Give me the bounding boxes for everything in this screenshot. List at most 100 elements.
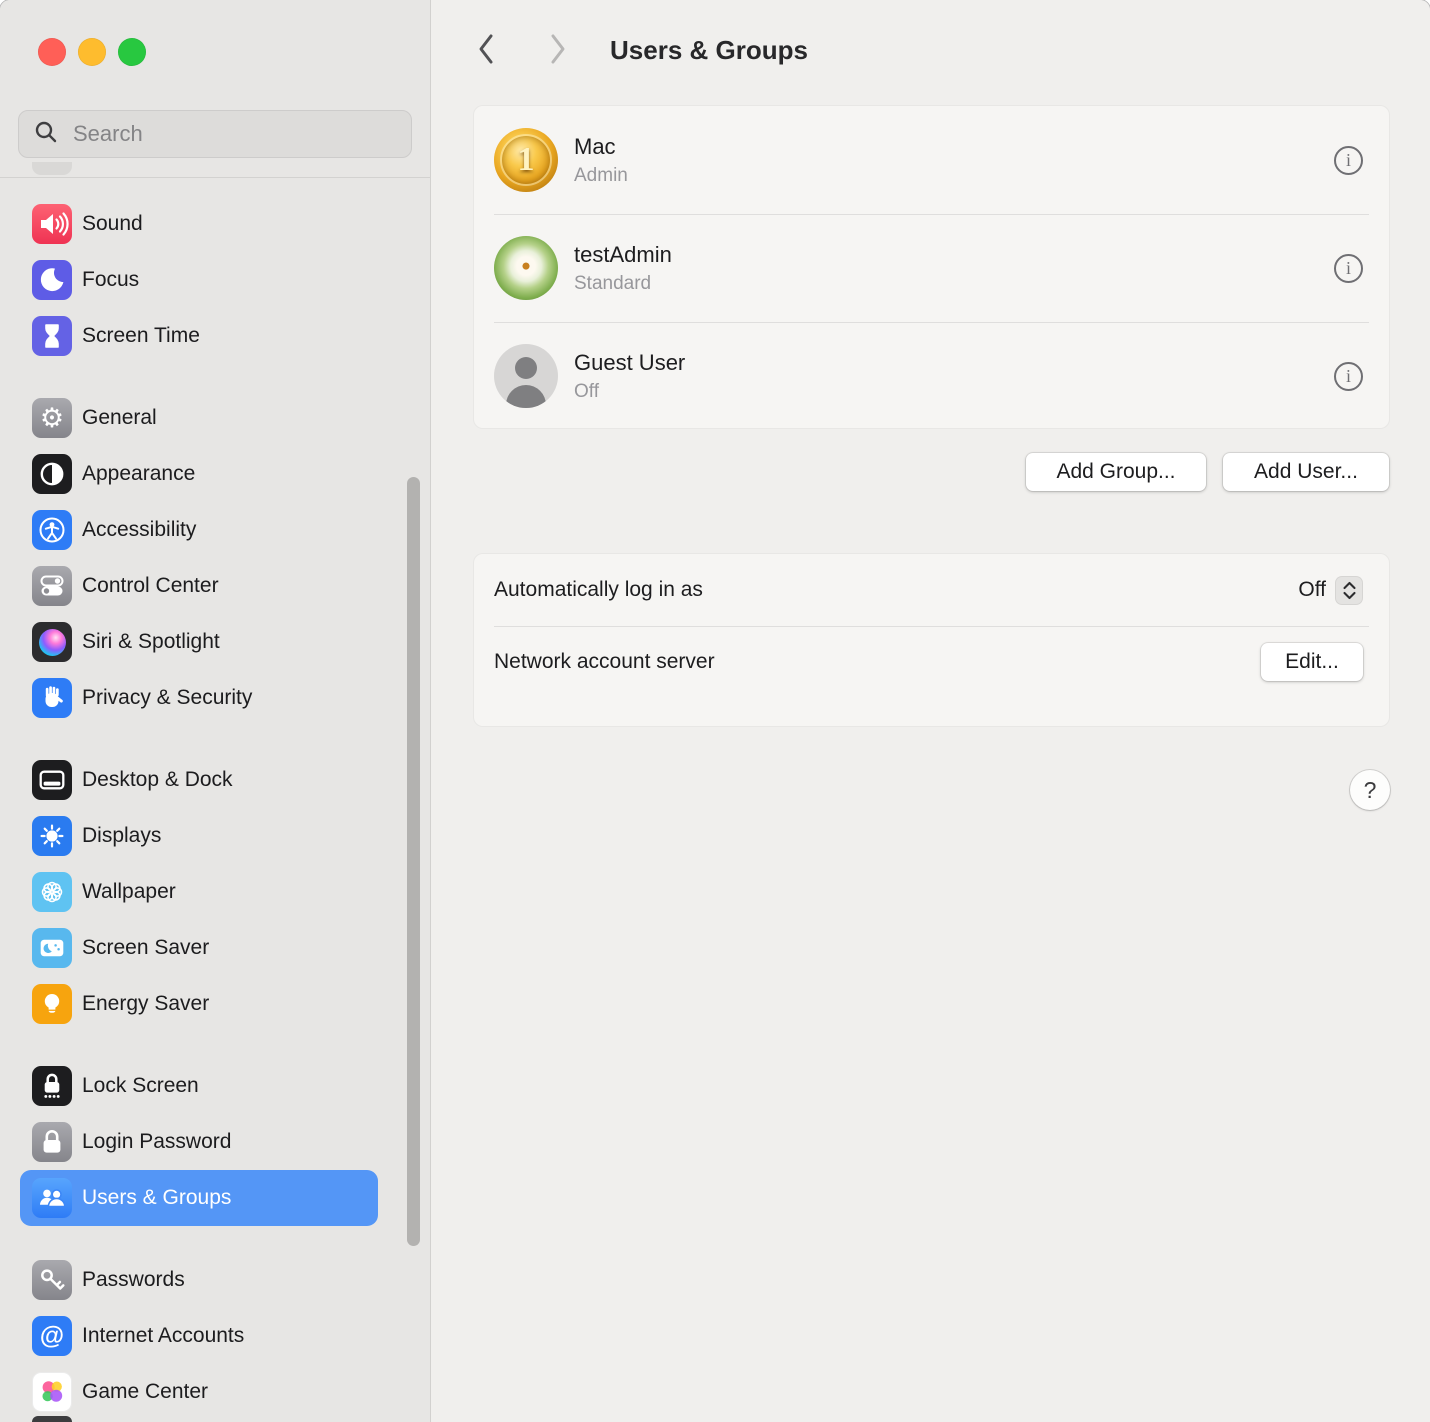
avatar: 1 (494, 128, 558, 192)
sidebar-item-control-center[interactable]: Control Center (20, 558, 378, 614)
user-role: Standard (574, 273, 1318, 295)
minimize-button[interactable] (78, 38, 106, 66)
privacy-security-icon (32, 678, 72, 718)
sidebar: Search Sound Focus (0, 0, 431, 1422)
sidebar-item-sound[interactable]: Sound (20, 196, 378, 252)
search-input[interactable]: Search (18, 110, 412, 158)
edit-button[interactable]: Edit... (1261, 643, 1363, 681)
sidebar-item-label: Siri & Spotlight (82, 630, 220, 654)
game-center-icon (32, 1372, 72, 1412)
sidebar-item-appearance[interactable]: Appearance (20, 446, 378, 502)
nav-group-accounts: Passwords @ Internet Accounts Game Cente… (20, 1252, 378, 1420)
wallpaper-icon (32, 872, 72, 912)
user-role: Off (574, 381, 1318, 403)
partially-scrolled-icon (32, 1416, 72, 1422)
sidebar-item-label: Sound (82, 212, 143, 236)
sidebar-item-label: Displays (82, 824, 161, 848)
auto-login-popup-button[interactable] (1335, 576, 1363, 605)
add-user-button[interactable]: Add User... (1223, 453, 1389, 491)
user-row-mac[interactable]: 1 Mac Admin i (474, 106, 1389, 214)
traffic-lights (38, 38, 146, 66)
sidebar-item-label: Appearance (82, 462, 195, 486)
sidebar-item-internet-accounts[interactable]: @ Internet Accounts (20, 1308, 378, 1364)
forward-button[interactable] (541, 33, 575, 69)
chevron-left-icon (475, 31, 497, 72)
sidebar-scrollbar[interactable] (407, 477, 420, 1246)
sidebar-item-users-groups[interactable]: Users & Groups (20, 1170, 378, 1226)
sidebar-item-game-center[interactable]: Game Center (20, 1364, 378, 1420)
lock-screen-icon (32, 1066, 72, 1106)
sidebar-item-label: Desktop & Dock (82, 768, 233, 792)
page-title: Users & Groups (610, 35, 808, 66)
internet-accounts-icon: @ (32, 1316, 72, 1356)
info-button[interactable]: i (1334, 146, 1363, 175)
sidebar-item-label: Passwords (82, 1268, 185, 1292)
system-settings-window: Search Sound Focus (0, 0, 1430, 1422)
accessibility-icon (32, 510, 72, 550)
chevron-up-down-icon (1341, 580, 1358, 601)
network-server-row: Network account server Edit... (474, 626, 1389, 698)
sidebar-item-focus[interactable]: Focus (20, 252, 378, 308)
search-placeholder: Search (73, 121, 143, 147)
sidebar-item-label: Focus (82, 268, 139, 292)
close-button[interactable] (38, 38, 66, 66)
sidebar-item-label: Game Center (82, 1380, 208, 1404)
info-button[interactable]: i (1334, 362, 1363, 391)
user-name: Guest User (574, 350, 1318, 376)
sidebar-toolbar-divider (0, 177, 431, 178)
auto-login-value: Off (1298, 578, 1326, 602)
sidebar-item-privacy-security[interactable]: Privacy & Security (20, 670, 378, 726)
nav-group-security: Lock Screen Login Password Users & Group… (20, 1058, 378, 1226)
help-button[interactable]: ? (1350, 770, 1390, 810)
network-server-label: Network account server (494, 650, 1261, 674)
sidebar-item-label: Privacy & Security (82, 686, 252, 710)
sidebar-item-lock-screen[interactable]: Lock Screen (20, 1058, 378, 1114)
sidebar-item-label: Wallpaper (82, 880, 176, 904)
sidebar-item-screen-saver[interactable]: Screen Saver (20, 920, 378, 976)
user-role: Admin (574, 165, 1318, 187)
back-button[interactable] (469, 33, 503, 69)
sidebar-item-label: Screen Time (82, 324, 200, 348)
sidebar-item-general[interactable]: ⚙ General (20, 390, 378, 446)
passwords-icon (32, 1260, 72, 1300)
desktop-dock-icon (32, 760, 72, 800)
sidebar-item-label: Control Center (82, 574, 219, 598)
search-icon (33, 119, 59, 150)
sidebar-item-wallpaper[interactable]: Wallpaper (20, 864, 378, 920)
focus-icon (32, 260, 72, 300)
control-center-icon (32, 566, 72, 606)
avatar (494, 344, 558, 408)
sidebar-item-label: Screen Saver (82, 936, 209, 960)
sidebar-item-desktop-dock[interactable]: Desktop & Dock (20, 752, 378, 808)
sidebar-item-displays[interactable]: Displays (20, 808, 378, 864)
zoom-button[interactable] (118, 38, 146, 66)
auto-login-label: Automatically log in as (494, 578, 1298, 602)
sidebar-item-label: Lock Screen (82, 1074, 199, 1098)
sidebar-item-passwords[interactable]: Passwords (20, 1252, 378, 1308)
chevron-right-icon (547, 31, 569, 72)
sidebar-item-siri-spotlight[interactable]: Siri & Spotlight (20, 614, 378, 670)
nav-group-system: ⚙ General Appearance Accessibility (20, 390, 378, 726)
sidebar-item-label: Internet Accounts (82, 1324, 244, 1348)
login-settings-card: Automatically log in as Off Network acco… (473, 553, 1390, 727)
login-password-icon (32, 1122, 72, 1162)
auto-login-row: Automatically log in as Off (474, 554, 1389, 626)
sidebar-item-energy-saver[interactable]: Energy Saver (20, 976, 378, 1032)
user-row-testadmin[interactable]: testAdmin Standard i (474, 214, 1389, 322)
user-row-guest[interactable]: Guest User Off i (474, 322, 1389, 430)
sidebar-item-screen-time[interactable]: Screen Time (20, 308, 378, 364)
user-name: testAdmin (574, 242, 1318, 268)
info-button[interactable]: i (1334, 254, 1363, 283)
sidebar-item-label: General (82, 406, 157, 430)
user-list-card: 1 Mac Admin i testAdmin Standard i Guest… (473, 105, 1390, 429)
sidebar-item-login-password[interactable]: Login Password (20, 1114, 378, 1170)
general-icon: ⚙ (32, 398, 72, 438)
appearance-icon (32, 454, 72, 494)
user-name: Mac (574, 134, 1318, 160)
nav-group-media: Sound Focus Screen Time (20, 196, 378, 364)
sidebar-item-accessibility[interactable]: Accessibility (20, 502, 378, 558)
add-group-button[interactable]: Add Group... (1026, 453, 1206, 491)
sidebar-item-label: Users & Groups (82, 1186, 231, 1210)
main-pane: Users & Groups 1 Mac Admin i testAdmin S… (431, 0, 1430, 1422)
users-groups-icon (32, 1178, 72, 1218)
